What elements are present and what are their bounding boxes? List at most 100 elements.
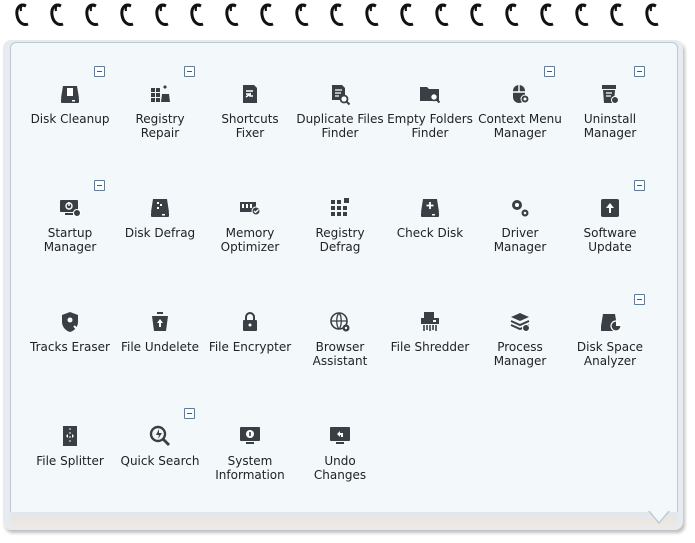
binding-ring [399,2,415,28]
tool-disk-defrag[interactable]: Disk Defrag [115,196,205,286]
tool-label: Registry Repair [135,112,185,140]
registry-defrag-icon [328,196,352,220]
binding-ring [294,2,310,28]
binding-ring [364,2,380,28]
tool-registry-repair[interactable]: Registry Repair [115,82,205,172]
tool-uninstall-manager[interactable]: Uninstall Manager [565,82,655,172]
context-menu-icon [508,82,532,106]
tool-browser-assistant[interactable]: Browser Assistant [295,310,385,400]
tool-file-splitter[interactable]: File Splitter [25,424,115,514]
tool-memory-optimizer[interactable]: Memory Optimizer [205,196,295,286]
registry-repair-icon [148,82,172,106]
binding-ring [119,2,135,28]
binding-ring [224,2,240,28]
collapse-icon[interactable] [634,66,645,77]
trash-restore-icon [148,310,172,334]
tool-shortcuts-fixer[interactable]: Shortcuts Fixer [205,82,295,172]
tool-disk-space-analyzer[interactable]: Disk Space Analyzer [565,310,655,400]
memory-icon [238,196,262,220]
callout-pointer [649,510,669,522]
uninstall-icon [598,82,622,106]
tool-file-encrypter[interactable]: File Encrypter [205,310,295,400]
collapse-icon[interactable] [94,180,105,191]
binding-ring [14,2,30,28]
tool-system-information[interactable]: System Information [205,424,295,514]
binding-ring [539,2,555,28]
collapse-icon[interactable] [94,66,105,77]
shredder-icon [418,310,442,334]
tool-label: Tracks Eraser [30,340,110,354]
tool-label: Driver Manager [493,226,547,254]
tool-label: Browser Assistant [312,340,368,368]
collapse-icon[interactable] [184,66,195,77]
tool-label: Check Disk [396,226,464,240]
file-split-icon [58,424,82,448]
tool-disk-cleanup[interactable]: Disk Cleanup [25,82,115,172]
binding-ring [259,2,275,28]
tool-label: Software Update [583,226,637,254]
tool-label: File Splitter [36,454,104,468]
layers-gear-icon [508,310,532,334]
tool-tracks-eraser[interactable]: Tracks Eraser [25,310,115,400]
tool-file-undelete[interactable]: File Undelete [115,310,205,400]
gears-icon [508,196,532,220]
lightning-search-icon [148,424,172,448]
tool-label: File Undelete [120,340,200,354]
duplicate-files-icon [328,82,352,106]
tool-label: Uninstall Manager [583,112,637,140]
update-arrow-icon [598,196,622,220]
tool-empty-folders-finder[interactable]: Empty Folders Finder [385,82,475,172]
tool-process-manager[interactable]: Process Manager [475,310,565,400]
tool-label: Context Menu Manager [478,112,562,140]
tool-label: Disk Defrag [124,226,196,240]
shortcuts-fixer-icon [238,82,262,106]
binding-ring [504,2,520,28]
tool-label: Undo Changes [313,454,367,482]
tool-label: Disk Space Analyzer [576,340,644,368]
collapse-icon[interactable] [544,66,555,77]
tool-label: Shortcuts Fixer [221,112,279,140]
disk-cleanup-icon [58,82,82,106]
notebook-page-edge [10,512,678,526]
binding-ring [329,2,345,28]
tool-driver-manager[interactable]: Driver Manager [475,196,565,286]
tool-file-shredder[interactable]: File Shredder [385,310,475,400]
binding-ring [609,2,625,28]
tool-duplicate-files-finder[interactable]: Duplicate Files Finder [295,82,385,172]
empty-folders-icon [418,82,442,106]
undo-monitor-icon [328,424,352,448]
binding-ring [84,2,100,28]
binding-ring [154,2,170,28]
tool-label: Memory Optimizer [220,226,280,254]
collapse-icon[interactable] [634,294,645,305]
tool-label: Empty Folders Finder [387,112,473,140]
tool-label: File Encrypter [208,340,292,354]
tool-registry-defrag[interactable]: Registry Defrag [295,196,385,286]
check-disk-icon [418,196,442,220]
globe-gear-icon [328,310,352,334]
collapse-icon[interactable] [184,408,195,419]
tool-undo-changes[interactable]: Undo Changes [295,424,385,514]
info-monitor-icon [238,424,262,448]
tool-label: Registry Defrag [315,226,365,254]
startup-icon [58,196,82,220]
binding-ring [574,2,590,28]
tool-context-menu-manager[interactable]: Context Menu Manager [475,82,565,172]
binding-ring [434,2,450,28]
tool-quick-search[interactable]: Quick Search [115,424,205,514]
collapse-icon[interactable] [634,180,645,191]
disk-defrag-icon [148,196,172,220]
tool-startup-manager[interactable]: Startup Manager [25,196,115,286]
pie-disk-icon [598,310,622,334]
binding-ring [189,2,205,28]
binding-ring [49,2,65,28]
tool-label: Process Manager [493,340,547,368]
tool-check-disk[interactable]: Check Disk [385,196,475,286]
tool-label: File Shredder [390,340,470,354]
tool-label: Quick Search [120,454,200,468]
binding-ring [469,2,485,28]
tool-software-update[interactable]: Software Update [565,196,655,286]
tool-label: Startup Manager [43,226,97,254]
tool-label: System Information [215,454,285,482]
spiral-binding [14,0,684,34]
